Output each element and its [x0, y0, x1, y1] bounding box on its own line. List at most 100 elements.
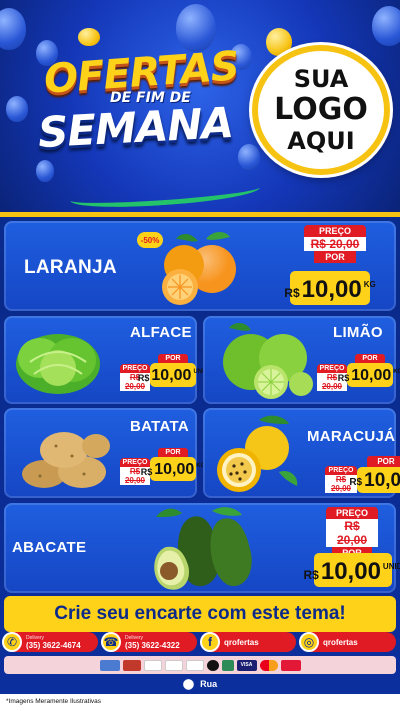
address-text: Rua — [200, 679, 218, 689]
currency: R$ — [337, 373, 350, 383]
contact-small: Delivery — [125, 634, 144, 641]
new-price: R$ 10,00 KG — [338, 363, 400, 387]
product-card-alface: ALFACE PREÇO R$ 20,00 POR R$ 10,00 UNID — [4, 316, 208, 404]
new-price: R$ 10,00 UNID — [138, 363, 208, 387]
footnote: *Imagens Meramente Ilustrativas — [0, 694, 400, 711]
balloon-icon — [372, 6, 400, 46]
product-name: LARANJA — [24, 257, 117, 278]
logo-line1: SUA — [293, 65, 349, 93]
currency: R$ — [137, 373, 150, 383]
balloon-icon — [238, 144, 260, 170]
por-label: POR — [158, 448, 188, 457]
product-card-limao: LIMÃO PREÇO R$ 20,00 POR R$ 10,00 KG — [203, 316, 400, 404]
location-pin-icon: ⬤ — [182, 678, 195, 690]
currency: R$ — [284, 286, 300, 300]
discount-badge: -50% — [137, 232, 163, 248]
contact-value: (35) 3622-4322 — [125, 640, 180, 650]
header: OFERTAS DE FIM DE SEMANA SUA LOGO AQUI — [0, 0, 400, 215]
preco-label: PREÇO — [317, 364, 347, 373]
product-card-abacate: ABACATE PREÇO R$ 20,00 POR R$ 10,00 UNID — [4, 503, 400, 593]
price-tag-new: R$ 10,00 UNID — [304, 553, 400, 587]
potato-image — [22, 432, 110, 488]
price-tag: PREÇO R$ 20,00 POR R$ 10,00 KG — [317, 354, 400, 391]
preco-label: PREÇO — [120, 458, 150, 467]
contact-value: (35) 3622-4674 — [26, 640, 81, 650]
orange-image — [162, 232, 236, 305]
unit: UNID — [382, 562, 400, 571]
new-price: R$ 10,00 KG — [349, 467, 400, 493]
balloon-icon — [78, 28, 100, 46]
card-icon — [221, 659, 234, 671]
product-card-maracuja: MARACUJÁ PREÇO R$ 20,00 POR R$ 10,00 — [203, 408, 400, 498]
por-label: POR — [314, 251, 356, 263]
preco-label: PREÇO — [326, 507, 378, 519]
card-icon — [206, 659, 219, 671]
product-card-batata: BATATA PREÇO R$ 20,00 POR R$ 10,00 KG — [4, 408, 205, 498]
price-value: 10,00 — [151, 367, 192, 384]
lime-image — [223, 323, 313, 399]
logo-line2: LOGO — [274, 92, 368, 127]
unit: KG — [393, 369, 400, 375]
price-tag: PREÇO R$ 20,00 POR R$ 10,00 KG — [120, 448, 205, 485]
avocado-image — [154, 507, 252, 590]
price-tag: PREÇO R$ 20,00 POR R$ 10,00 UNID — [120, 354, 208, 391]
product-name: ALFACE — [130, 324, 192, 341]
card-icon — [143, 659, 162, 671]
por-label: POR — [158, 354, 188, 363]
product-name: BATATA — [130, 418, 190, 435]
new-price: R$ 10,00 UNID — [304, 553, 400, 587]
por-label: POR — [367, 456, 400, 467]
preco-label: PREÇO — [304, 225, 366, 237]
price-value: 10,00 — [364, 470, 400, 491]
preco-label: PREÇO — [120, 364, 150, 373]
old-price: R$ 20,00 — [304, 237, 366, 251]
lettuce-image — [16, 334, 100, 394]
swoosh-decoration — [69, 176, 261, 212]
whatsapp-icon: ✆ — [2, 632, 22, 652]
old-price: R$ 20,00 — [326, 519, 378, 547]
price-value: 10,00 — [301, 276, 362, 303]
contact-small: Delivery — [26, 634, 45, 641]
por-label: POR — [355, 354, 385, 363]
new-price: R$ 10,00 KG — [284, 271, 376, 305]
currency: R$ — [303, 568, 319, 582]
card-icon — [122, 659, 141, 671]
title: OFERTAS DE FIM DE SEMANA — [30, 43, 261, 212]
product-card-laranja: LARANJA PREÇO R$ 20,00 POR R$ 10,00 KG — [4, 221, 396, 311]
contact-delivery-1[interactable]: ✆ Delivery (35) 3622-4674 — [2, 632, 98, 652]
visa-icon: VISA — [236, 659, 257, 671]
cta-banner[interactable]: Crie seu encarte com este tema! — [4, 596, 396, 632]
price-value: 10,00 — [320, 558, 381, 585]
contact-instagram[interactable]: ◎ qrofertas — [299, 632, 396, 652]
flyer: OFERTAS DE FIM DE SEMANA SUA LOGO AQUI L… — [0, 0, 400, 711]
price-value: 10,00 — [154, 461, 195, 478]
title-semana: SEMANA — [36, 97, 235, 158]
preco-label: PREÇO — [325, 466, 357, 475]
unit: KG — [363, 280, 376, 289]
contact-value: qrofertas — [224, 637, 259, 647]
price-value: 10,00 — [351, 367, 392, 384]
passion-fruit-image — [217, 415, 298, 492]
card-icon — [99, 659, 120, 671]
card-icon — [164, 659, 183, 671]
facebook-icon: f — [200, 632, 220, 652]
contacts-bar: ✆ Delivery (35) 3622-4674 ☎ Delivery (35) … — [0, 632, 400, 652]
price-tag: PREÇO R$ 20,00 POR — [304, 225, 366, 263]
balloon-icon — [0, 8, 26, 50]
card-icon — [280, 659, 301, 671]
card-icon — [185, 659, 204, 671]
contact-delivery-2[interactable]: ☎ Delivery (35) 3622-4322 — [101, 632, 197, 652]
instagram-icon: ◎ — [299, 632, 319, 652]
contact-value: qrofertas — [323, 637, 358, 647]
product-name: MARACUJÁ — [307, 428, 396, 445]
currency: R$ — [349, 477, 363, 488]
address: ⬤ Rua — [0, 676, 400, 692]
product-name: LIMÃO — [333, 324, 383, 341]
contact-facebook[interactable]: f qrofertas — [200, 632, 296, 652]
price-tag-new: R$ 10,00 KG — [284, 271, 376, 305]
payment-methods: VISA — [4, 656, 396, 674]
logo-placeholder: SUA LOGO AQUI — [252, 45, 390, 175]
balloon-icon — [6, 96, 28, 122]
product-name: ABACATE — [12, 539, 87, 556]
mastercard-icon — [259, 659, 278, 671]
